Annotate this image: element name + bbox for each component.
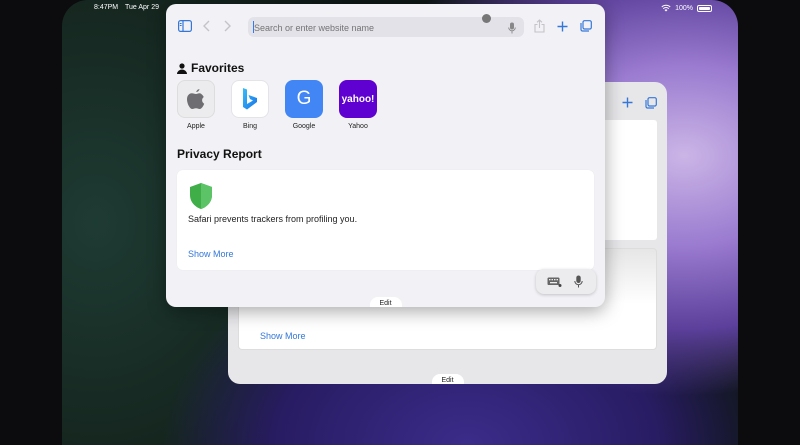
shield-icon [189, 182, 213, 215]
ipad-screen: 8:47PM Tue Apr 29 100% Show More Edit Se… [62, 0, 738, 445]
back-icon[interactable] [203, 20, 210, 32]
person-icon [177, 62, 187, 74]
favorite-google[interactable]: G Google [284, 80, 324, 130]
privacy-report-card[interactable]: Safari prevents trackers from profiling … [177, 170, 594, 270]
privacy-report-heading: Privacy Report [177, 147, 262, 161]
favorites-title: Favorites [191, 61, 245, 75]
toolbar [166, 4, 605, 50]
sidebar-icon[interactable] [178, 20, 192, 32]
google-tile-letter: G [296, 88, 312, 109]
bg-edit-button[interactable]: Edit [431, 374, 464, 384]
favorite-label: Yahoo [348, 123, 368, 130]
favorite-bing[interactable]: Bing [230, 80, 270, 130]
tabs-icon[interactable] [645, 97, 657, 109]
address-input[interactable] [252, 17, 496, 39]
share-icon[interactable] [534, 19, 545, 33]
bing-logo-icon [231, 80, 269, 118]
keyboard-icon[interactable] [547, 277, 562, 287]
google-tile: G [285, 80, 323, 118]
plus-icon[interactable] [622, 97, 633, 108]
favorites-heading: Favorites [177, 61, 244, 75]
edit-button[interactable]: Edit [369, 297, 402, 307]
favorite-apple[interactable]: Apple [176, 80, 216, 130]
battery-percent: 100% [675, 4, 693, 12]
microphone-icon[interactable] [574, 275, 583, 288]
status-date: Tue Apr 29 [125, 4, 159, 11]
yahoo-tile: yahoo! [339, 80, 377, 118]
privacy-show-more-link[interactable]: Show More [188, 249, 234, 259]
favorite-yahoo[interactable]: yahoo! Yahoo [338, 80, 378, 130]
pointer-cursor [482, 14, 491, 23]
status-right: 100% [661, 4, 712, 12]
keyboard-dictation-pill [536, 269, 596, 294]
forward-icon[interactable] [224, 20, 231, 32]
address-mic-icon[interactable] [508, 21, 516, 39]
status-time: 8:47PM [94, 4, 119, 11]
favorite-label: Apple [187, 123, 205, 130]
safari-window: Favorites Apple Bing G Google yahoo! Yah… [166, 4, 605, 307]
bg-toolbar [622, 97, 657, 109]
tab-overview-icon[interactable] [580, 20, 592, 32]
battery-icon [697, 4, 712, 12]
favorite-label: Bing [242, 123, 257, 130]
favorite-label: Google [292, 123, 316, 130]
privacy-description: Safari prevents trackers from profiling … [188, 214, 358, 224]
yahoo-tile-text: yahoo! [341, 93, 375, 105]
apple-logo-icon [177, 80, 215, 118]
new-tab-icon[interactable] [557, 21, 568, 32]
wifi-icon [661, 4, 671, 12]
bg-show-more-link[interactable]: Show More [260, 331, 306, 341]
